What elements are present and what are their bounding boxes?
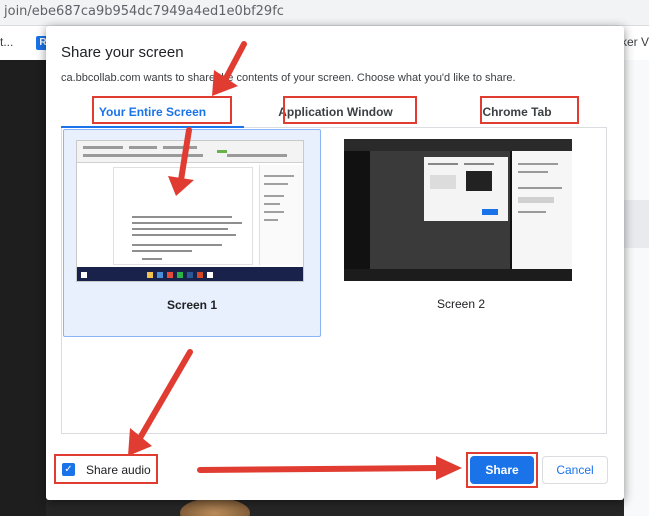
url-text[interactable]: join/ebe687ca9b954dc7949a4ed1e0bf29fc bbox=[4, 4, 284, 19]
dialog-description: ca.bbcollab.com wants to share the conte… bbox=[61, 72, 516, 84]
page-left-strip bbox=[0, 60, 46, 516]
tab-chrome-tab[interactable]: Chrome Tab bbox=[427, 96, 607, 128]
address-bar[interactable]: join/ebe687ca9b954dc7949a4ed1e0bf29fc bbox=[0, 0, 649, 26]
share-tabs: Your Entire Screen Application Window Ch… bbox=[61, 96, 607, 128]
screen-option-2[interactable]: Screen 2 bbox=[332, 129, 590, 337]
screen-2-label: Screen 2 bbox=[436, 297, 486, 311]
share-button[interactable]: Share bbox=[470, 456, 534, 484]
dialog-title: Share your screen bbox=[61, 44, 184, 61]
share-audio-checkbox[interactable]: ✓ bbox=[62, 463, 75, 476]
share-screen-dialog: Share your screen ca.bbcollab.com wants … bbox=[46, 26, 624, 500]
cancel-button[interactable]: Cancel bbox=[542, 456, 608, 484]
bookmark-item-left[interactable]: t... bbox=[0, 35, 13, 49]
tab-application-window[interactable]: Application Window bbox=[244, 96, 427, 128]
screen-1-label: Screen 1 bbox=[166, 298, 218, 312]
screen-option-1[interactable]: Screen 1 bbox=[63, 129, 321, 337]
tab-entire-screen[interactable]: Your Entire Screen bbox=[61, 96, 244, 128]
screen-picker: Screen 1 Screen 2 bbox=[61, 128, 607, 434]
screen-1-thumbnail bbox=[76, 140, 304, 282]
bookmark-item-right[interactable]: ker V bbox=[621, 35, 649, 49]
page-right-band bbox=[624, 200, 649, 248]
share-audio-label[interactable]: Share audio bbox=[86, 463, 151, 477]
screen-2-thumbnail bbox=[344, 139, 572, 281]
page-right-panel bbox=[624, 60, 649, 516]
